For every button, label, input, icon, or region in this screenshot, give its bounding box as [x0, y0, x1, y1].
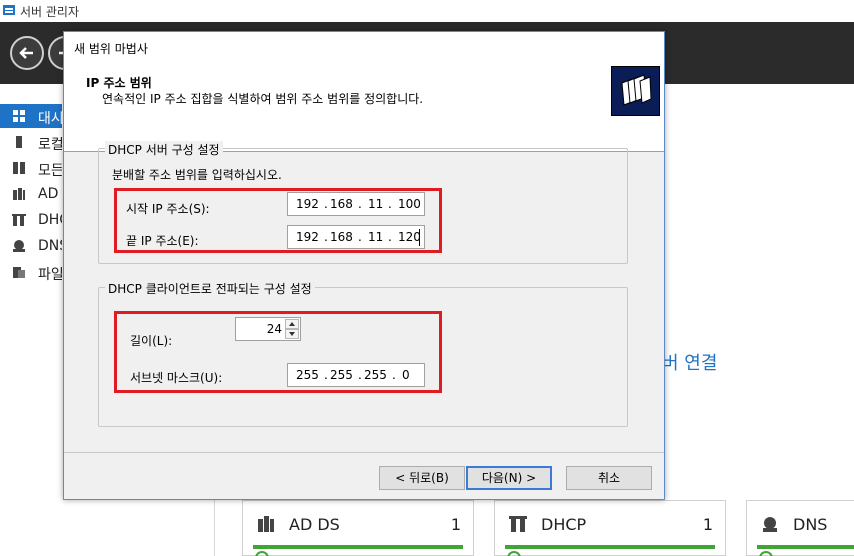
highlight-ip-range [114, 188, 442, 253]
page-title: IP 주소 범위 [86, 76, 152, 90]
wizard-header: IP 주소 범위 연속적인 IP 주소 집합을 식별하여 범위 주소 범위를 정… [64, 62, 664, 152]
dialog-title: 새 범위 마법사 [74, 42, 148, 56]
group-label: DHCP 서버 구성 설정 [105, 141, 223, 158]
role-tile-name: DHCP [541, 515, 587, 534]
arrow-left-icon [19, 47, 33, 59]
status-bar [505, 545, 715, 549]
role-tile-name: AD DS [289, 515, 340, 534]
role-tile-dhcp[interactable]: DHCP 1 [494, 500, 726, 556]
server-manager-icon [3, 5, 15, 15]
sidebar-item-local-server[interactable]: 로컬 [0, 130, 64, 154]
welcome-panel [664, 140, 854, 440]
ad-ds-icon [258, 516, 274, 532]
cancel-button[interactable]: 취소 [566, 466, 652, 490]
sidebar-item-all-servers[interactable]: 모든 [0, 156, 64, 180]
status-ok-icon [759, 551, 773, 556]
sidebar: 대시 로컬 모든 AD DHC DNS 파일 [0, 84, 69, 556]
all-servers-icon [13, 162, 25, 174]
role-tile-ad-ds[interactable]: AD DS 1 [242, 500, 474, 556]
back-button[interactable]: < 뒤로(B) [379, 466, 465, 490]
status-ok-icon [507, 551, 521, 556]
app-title: 서버 관리자 [20, 5, 80, 19]
dialog-titlebar: 새 범위 마법사 [64, 32, 664, 62]
dns-icon [13, 240, 25, 252]
next-button[interactable]: 다음(N) > [466, 466, 552, 490]
connect-servers-link[interactable]: 버 연결 [662, 349, 717, 375]
sidebar-item-ad[interactable]: AD [0, 182, 62, 206]
highlight-subnet-settings [114, 311, 442, 393]
group-label: DHCP 클라이언트로 전파되는 구성 설정 [105, 280, 315, 297]
role-tile-count: 1 [702, 515, 713, 534]
sidebar-item-label: AD [38, 186, 59, 202]
back-nav-button[interactable] [10, 36, 44, 70]
status-bar [253, 545, 463, 549]
dns-icon [763, 517, 777, 532]
sidebar-item-label: 대시 [38, 111, 64, 127]
role-tile-name: DNS [793, 515, 828, 534]
dashboard-icon [13, 110, 25, 122]
range-instruction: 분배할 주소 범위를 입력하십시오. [112, 168, 282, 182]
sidebar-item-file-services[interactable]: 파일 [0, 260, 64, 284]
sidebar-item-label: 로컬 [38, 137, 64, 153]
sidebar-item-label: 파일 [38, 267, 64, 283]
server-manager-titlebar: 서버 관리자 [0, 0, 854, 22]
ad-icon [13, 188, 25, 200]
status-ok-icon [255, 551, 269, 556]
wizard-folders-icon [611, 66, 660, 116]
sidebar-item-label: 모든 [38, 163, 64, 179]
dhcp-icon [12, 214, 26, 226]
page-subtitle: 연속적인 IP 주소 집합을 식별하여 범위 주소 범위를 정의합니다. [102, 92, 424, 106]
file-services-icon [13, 267, 25, 278]
role-tile-dns[interactable]: DNS [746, 500, 854, 556]
sidebar-item-dhcp[interactable]: DHC [0, 208, 69, 232]
button-separator [64, 452, 664, 453]
divider [214, 500, 215, 556]
role-tile-count: 1 [450, 515, 461, 534]
dhcp-icon [509, 516, 527, 532]
sidebar-item-dns[interactable]: DNS [0, 234, 68, 258]
status-bar [757, 545, 854, 549]
local-server-icon [16, 136, 22, 148]
new-scope-wizard-dialog: 새 범위 마법사 IP 주소 범위 연속적인 IP 주소 집합을 식별하여 범위… [63, 31, 665, 500]
sidebar-item-dashboard[interactable]: 대시 [0, 104, 64, 128]
